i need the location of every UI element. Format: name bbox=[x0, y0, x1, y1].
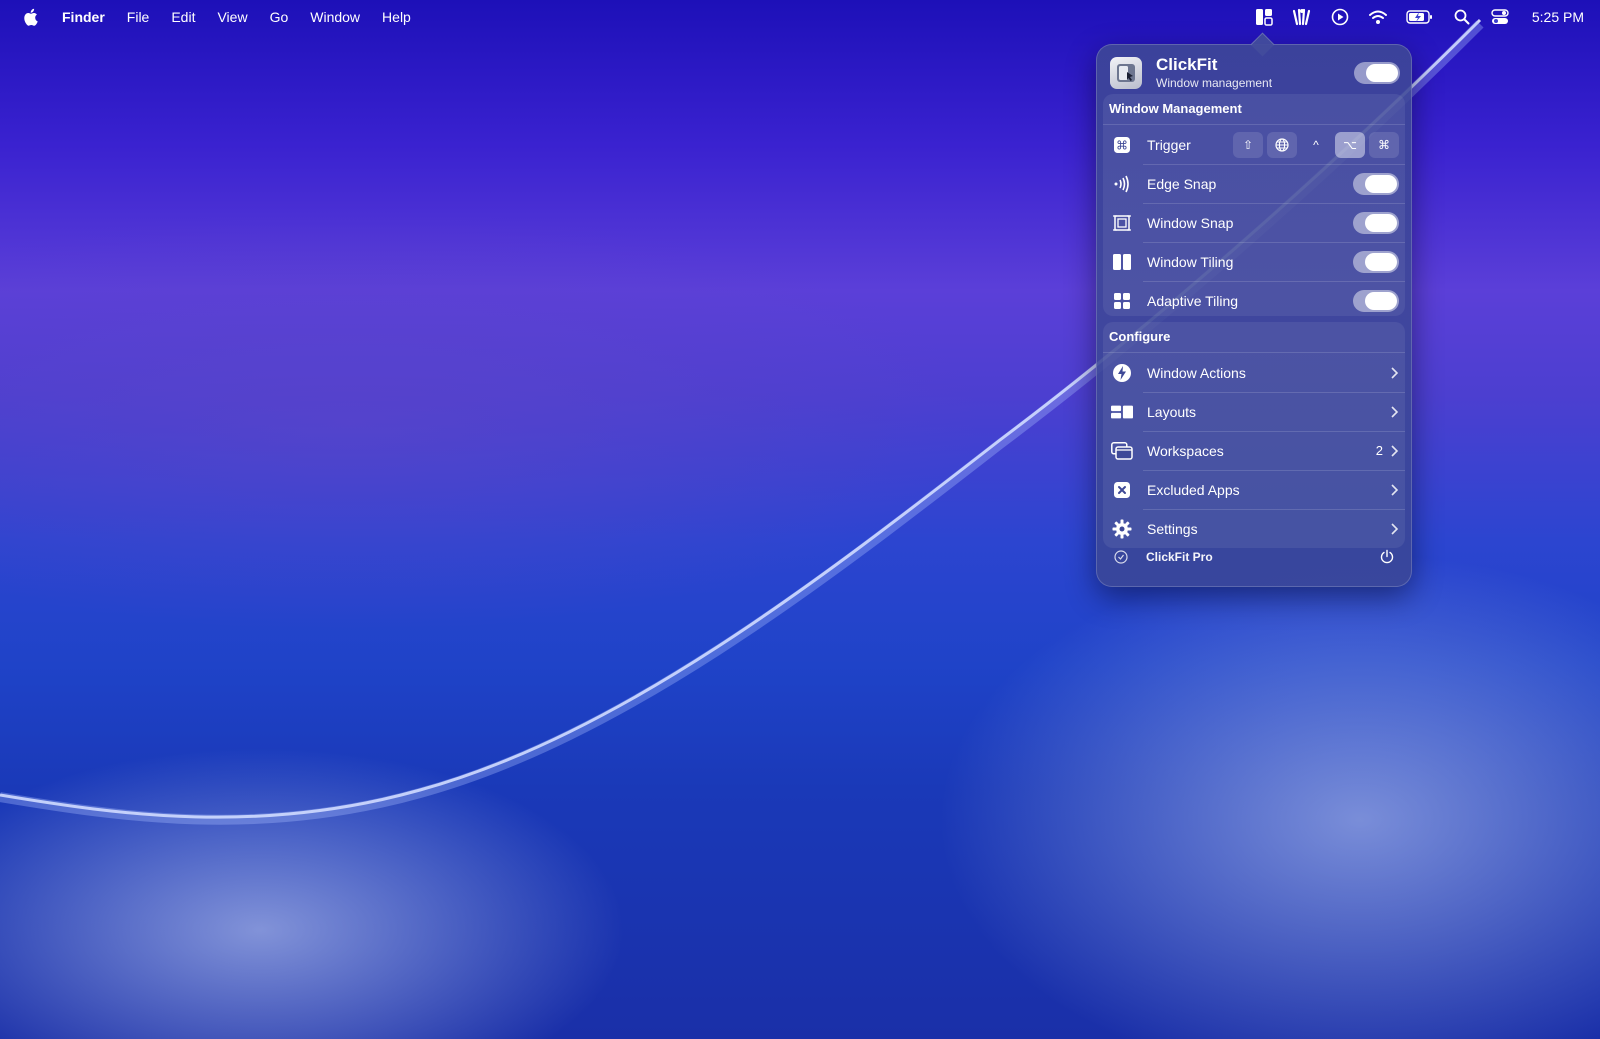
battery-charging-icon[interactable] bbox=[1406, 7, 1434, 27]
master-toggle[interactable] bbox=[1354, 62, 1400, 84]
lightning-icon bbox=[1111, 362, 1133, 384]
command-key[interactable]: ⌘ bbox=[1369, 131, 1399, 158]
play-circle-icon[interactable] bbox=[1330, 7, 1350, 27]
menu-go[interactable]: Go bbox=[270, 9, 289, 25]
wifi-icon[interactable] bbox=[1368, 7, 1388, 27]
gear-icon bbox=[1111, 518, 1133, 540]
adaptive-tiling-label: Adaptive Tiling bbox=[1147, 292, 1239, 309]
option-key[interactable]: ⌥ bbox=[1335, 131, 1365, 158]
control-center-icon[interactable] bbox=[1490, 7, 1510, 27]
excluded-apps-label: Excluded Apps bbox=[1147, 481, 1240, 498]
configure-heading: Configure bbox=[1103, 322, 1405, 353]
accessibility-icon[interactable] bbox=[1292, 7, 1312, 27]
adaptive-tiling-row: Adaptive Tiling bbox=[1103, 281, 1405, 320]
menu-app-name[interactable]: Finder bbox=[62, 9, 105, 25]
window-snap-icon bbox=[1111, 212, 1133, 234]
chevron-right-icon bbox=[1391, 366, 1399, 379]
workspaces-row[interactable]: Workspaces 2 bbox=[1103, 431, 1405, 470]
clickfit-app-icon bbox=[1110, 57, 1142, 89]
popover-header: ClickFit Window management bbox=[1110, 52, 1400, 94]
popover-title: ClickFit bbox=[1156, 55, 1218, 74]
svg-text:⌘: ⌘ bbox=[1116, 138, 1128, 152]
window-management-section: Window Management ⌘ Trigger ⇧ ^ ⌥ ⌘ Edge… bbox=[1103, 94, 1405, 316]
control-key[interactable]: ^ bbox=[1301, 132, 1331, 158]
window-tiling-row: Window Tiling bbox=[1103, 242, 1405, 281]
trigger-row: ⌘ Trigger ⇧ ^ ⌥ ⌘ bbox=[1103, 125, 1405, 164]
window-snap-label: Window Snap bbox=[1147, 214, 1234, 231]
adaptive-tiling-icon bbox=[1111, 290, 1133, 312]
popover-footer: ClickFit Pro bbox=[1110, 543, 1398, 571]
excluded-apps-row[interactable]: Excluded Apps bbox=[1103, 470, 1405, 509]
menu-help[interactable]: Help bbox=[382, 9, 411, 25]
clickfit-icon[interactable] bbox=[1254, 7, 1274, 27]
command-key-icon: ⌘ bbox=[1111, 134, 1133, 156]
menu-bar: Finder File Edit View Go Window Help 5:2… bbox=[0, 0, 1600, 34]
configure-section: Configure Window Actions Layouts Workspa… bbox=[1103, 322, 1405, 548]
trigger-label: Trigger bbox=[1147, 136, 1191, 153]
workspaces-count-badge: 2 bbox=[1375, 443, 1383, 458]
window-management-heading: Window Management bbox=[1103, 94, 1405, 125]
window-actions-label: Window Actions bbox=[1147, 364, 1246, 381]
clickfit-popover: ClickFit Window management Window Manage… bbox=[1096, 44, 1412, 587]
shift-key[interactable]: ⇧ bbox=[1233, 131, 1263, 158]
menubar-clock[interactable]: 5:25 PM bbox=[1532, 9, 1584, 25]
adaptive-tiling-toggle[interactable] bbox=[1353, 289, 1399, 312]
edge-snap-toggle[interactable] bbox=[1353, 172, 1399, 195]
window-snap-row: Window Snap bbox=[1103, 203, 1405, 242]
chevron-right-icon bbox=[1391, 405, 1399, 418]
settings-label: Settings bbox=[1147, 520, 1198, 537]
chevron-right-icon bbox=[1391, 483, 1399, 496]
globe-key[interactable] bbox=[1267, 131, 1297, 158]
edge-snap-label: Edge Snap bbox=[1147, 175, 1217, 192]
pro-badge-icon bbox=[1110, 546, 1132, 568]
apple-logo-icon[interactable] bbox=[20, 7, 40, 27]
chevron-right-icon bbox=[1391, 444, 1399, 457]
menu-window[interactable]: Window bbox=[310, 9, 360, 25]
menu-edit[interactable]: Edit bbox=[171, 9, 195, 25]
window-snap-toggle[interactable] bbox=[1353, 211, 1399, 234]
trigger-keys: ⇧ ^ ⌥ ⌘ bbox=[1233, 131, 1399, 158]
power-icon[interactable] bbox=[1376, 546, 1398, 568]
workspaces-icon bbox=[1111, 440, 1133, 462]
window-tiling-label: Window Tiling bbox=[1147, 253, 1234, 270]
menu-file[interactable]: File bbox=[127, 9, 150, 25]
layouts-label: Layouts bbox=[1147, 403, 1197, 420]
layouts-icon bbox=[1111, 401, 1133, 423]
menu-view[interactable]: View bbox=[217, 9, 247, 25]
chevron-right-icon bbox=[1391, 522, 1399, 535]
popover-subtitle: Window management bbox=[1156, 76, 1273, 90]
layouts-row[interactable]: Layouts bbox=[1103, 392, 1405, 431]
workspaces-label: Workspaces bbox=[1147, 442, 1224, 459]
window-tiling-icon bbox=[1111, 251, 1133, 273]
edge-snap-row: Edge Snap bbox=[1103, 164, 1405, 203]
edge-snap-icon bbox=[1111, 173, 1133, 195]
window-actions-row[interactable]: Window Actions bbox=[1103, 353, 1405, 392]
spotlight-search-icon[interactable] bbox=[1452, 7, 1472, 27]
excluded-apps-icon bbox=[1111, 479, 1133, 501]
window-tiling-toggle[interactable] bbox=[1353, 250, 1399, 273]
clickfit-pro-link[interactable]: ClickFit Pro bbox=[1146, 550, 1376, 564]
